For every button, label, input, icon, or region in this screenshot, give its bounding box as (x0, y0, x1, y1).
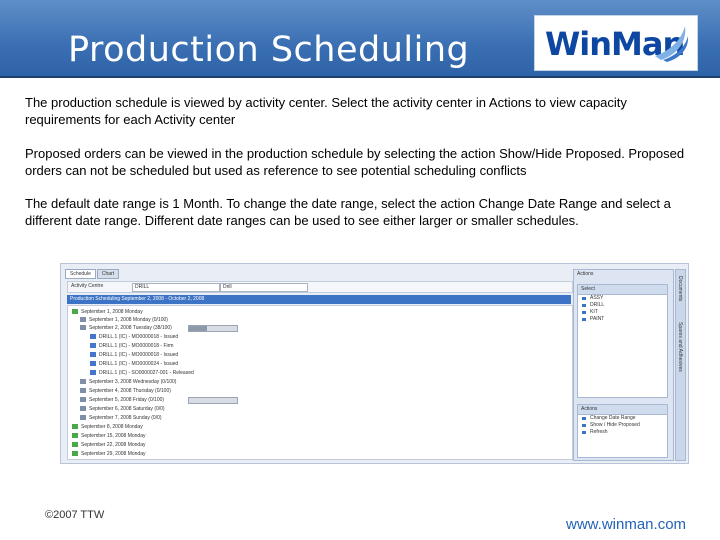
tree-row[interactable]: September 2, 2008 Tuesday (38/100) (80, 324, 172, 332)
order-icon (90, 361, 96, 367)
arrow-icon (582, 318, 586, 321)
select-item-kit[interactable]: KIT (578, 309, 667, 316)
select-panel-title: Select (578, 285, 667, 295)
capacity-bar-fill (189, 326, 208, 331)
slide-header: Production Scheduling WinMan (0, 0, 720, 78)
actions-panel: Actions Change Date Range Show / Hide Pr… (577, 404, 668, 458)
logo-swoosh-icon (655, 26, 689, 62)
calendar-icon (80, 317, 86, 323)
paragraph-date-range: The default date range is 1 Month. To ch… (25, 196, 671, 228)
schedule-tabs: Schedule Chart (65, 269, 120, 279)
select-panel: Select ASSY DRILL KIT PAINT (577, 284, 668, 398)
activity-centre-filter: Activity Centre DRILL Drill (67, 281, 573, 293)
calendar-icon (582, 417, 586, 420)
tree-row[interactable]: September 6, 2008 Saturday (0/0) (80, 405, 165, 413)
filter-to-input[interactable]: Drill (220, 283, 308, 292)
filter-label: Activity Centre (71, 283, 104, 289)
calendar-icon (80, 406, 86, 412)
order-icon (90, 334, 96, 340)
calendar-icon (80, 415, 86, 421)
action-show-hide-proposed[interactable]: Show / Hide Proposed (578, 422, 667, 429)
arrow-icon (582, 304, 586, 307)
calendar-icon (80, 325, 86, 331)
order-icon (90, 352, 96, 358)
winman-logo: WinMan (534, 15, 698, 71)
paragraph-activity-center: The production schedule is viewed by act… (25, 95, 627, 127)
calendar-icon (80, 388, 86, 394)
side-tab-strip: Documents Spares and Adhesives (675, 269, 686, 461)
tab-schedule[interactable]: Schedule (65, 269, 96, 279)
tree-row[interactable]: September 8, 2008 Monday (72, 423, 143, 431)
refresh-icon (582, 431, 586, 434)
day-icon (72, 451, 78, 457)
tree-row[interactable]: September 5, 2008 Friday (0/100) (80, 396, 164, 404)
arrow-icon (582, 297, 586, 300)
tree-row[interactable]: DRILL.1 (IC) - MO0000018 - Firm (90, 342, 173, 350)
day-icon (72, 309, 78, 315)
filter-from-input[interactable]: DRILL (132, 283, 220, 292)
tree-row[interactable]: DRILL.1 (IC) - MO0000024 - Issued (90, 360, 178, 368)
tree-row[interactable]: DRILL.1 (IC) - SO0000027-001 - Released (90, 369, 194, 377)
order-icon (90, 370, 96, 376)
app-screenshot: Schedule Chart Activity Centre DRILL Dril… (60, 263, 689, 464)
side-tab-documents[interactable]: Documents (677, 276, 683, 301)
tree-row[interactable]: September 3, 2008 Wednesday (0/100) (80, 378, 176, 386)
tree-row[interactable]: September 22, 2008 Monday (72, 441, 146, 449)
tree-row[interactable]: September 15, 2008 Monday (72, 432, 146, 440)
side-tab-spares[interactable]: Spares and Adhesives (677, 322, 683, 372)
day-icon (72, 442, 78, 448)
order-icon (90, 343, 96, 349)
tree-row[interactable]: DRILL.1 (IC) - MO0000018 - Issued (90, 333, 178, 341)
schedule-tree: September 1, 2008 Monday September 1, 20… (67, 305, 573, 460)
copyright: ©2007 TTW (45, 509, 105, 521)
action-change-date-range[interactable]: Change Date Range (578, 415, 667, 422)
tree-row[interactable]: September 7, 2008 Sunday (0/0) (80, 414, 162, 422)
select-item-assy[interactable]: ASSY (578, 295, 667, 302)
actions-sidebar: Actions Select ASSY DRILL KIT PAINT Acti… (573, 269, 674, 461)
actions-panel-title: Actions (578, 405, 667, 415)
actions-sidebar-title: Actions (577, 271, 594, 277)
calendar-icon (80, 379, 86, 385)
day-icon (72, 433, 78, 439)
select-item-paint[interactable]: PAINT (578, 316, 667, 323)
tab-chart[interactable]: Chart (96, 269, 120, 279)
website-link[interactable]: www.winman.com (566, 516, 686, 533)
slide-title: Production Scheduling (68, 30, 470, 70)
tree-row[interactable]: September 29, 2008 Monday (72, 450, 146, 458)
capacity-bar (188, 325, 238, 332)
toggle-icon (582, 424, 586, 427)
arrow-icon (582, 311, 586, 314)
tree-row[interactable]: DRILL.1 (IC) - MO0000018 - Issued (90, 351, 178, 359)
schedule-header-bar: Production Scheduling September 2, 2008 … (67, 295, 571, 304)
capacity-bar (188, 397, 238, 404)
tree-row[interactable]: September 1, 2008 Monday (72, 308, 143, 316)
day-icon (72, 424, 78, 430)
tree-row[interactable]: September 4, 2008 Thursday (0/100) (80, 387, 171, 395)
calendar-icon (80, 397, 86, 403)
paragraph-proposed-orders: Proposed orders can be viewed in the pro… (25, 146, 685, 178)
select-item-drill[interactable]: DRILL (578, 302, 667, 309)
action-refresh[interactable]: Refresh (578, 429, 667, 436)
tree-row[interactable]: September 1, 2008 Monday (0/100) (80, 316, 168, 324)
